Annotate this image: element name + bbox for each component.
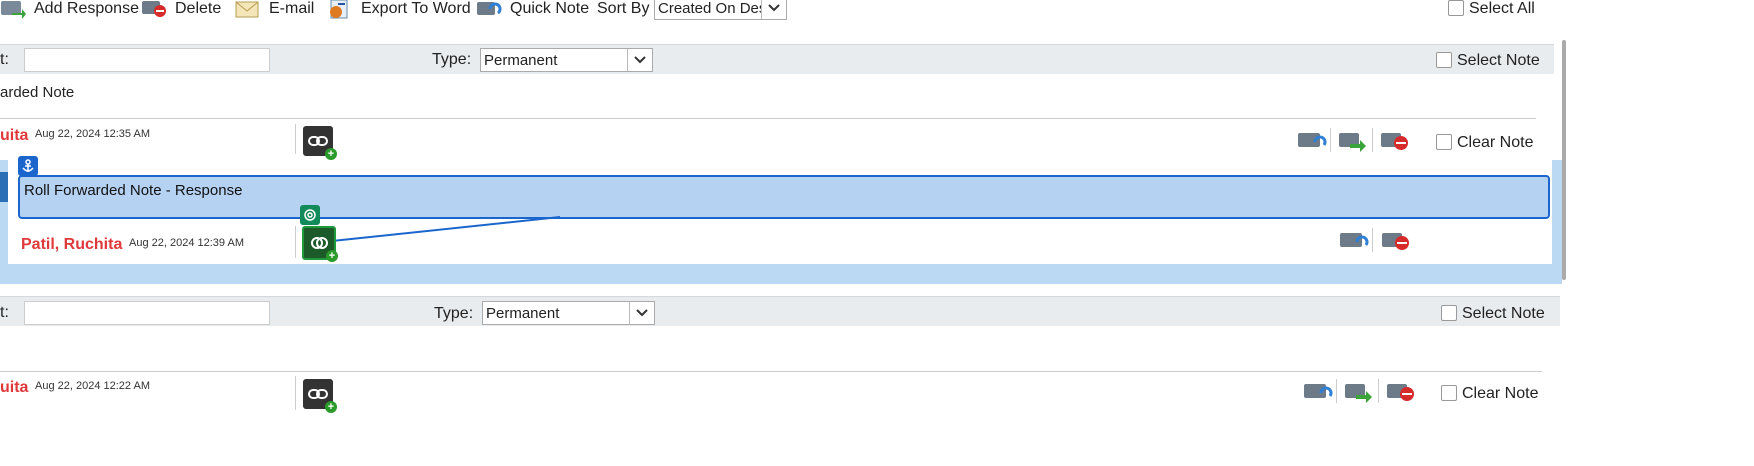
- divider: [295, 124, 296, 154]
- subject-label: t:: [0, 304, 9, 321]
- select-all-checkbox[interactable]: [1448, 0, 1464, 16]
- quick-note-button[interactable]: Quick Note: [476, 0, 589, 20]
- plus-icon: +: [325, 148, 337, 160]
- email-button[interactable]: E-mail: [235, 0, 314, 20]
- note-card: t: Type: Permanent Select Note arded Not…: [0, 44, 1554, 161]
- type-value: Permanent: [484, 51, 558, 69]
- type-value: Permanent: [486, 304, 560, 322]
- quick-note-label: Quick Note: [510, 0, 590, 17]
- sort-by-select[interactable]: Created On Desc: [654, 0, 787, 20]
- sort-by-label: Sort By: [597, 0, 650, 17]
- type-select[interactable]: Permanent: [482, 301, 655, 325]
- plus-icon: +: [326, 250, 338, 262]
- type-label: Type:: [434, 305, 474, 322]
- select-note-label: Select Note: [1462, 305, 1545, 322]
- add-response-icon: [1, 1, 26, 19]
- add-link-button[interactable]: +: [302, 226, 338, 262]
- type-select[interactable]: Permanent: [480, 48, 653, 72]
- export-to-word-label: Export To Word: [361, 0, 471, 17]
- note-title: arded Note: [0, 84, 75, 101]
- response-area: Roll Forwarded Note - Response Patil, Ru…: [0, 156, 1562, 284]
- note-card: t: Type: Permanent Select Note uita Aug …: [0, 296, 1560, 416]
- divider: [1372, 228, 1373, 252]
- clear-note-label: Clear Note: [1462, 385, 1539, 402]
- target-icon[interactable]: [300, 205, 320, 225]
- clear-note-checkbox[interactable]: [1441, 385, 1457, 401]
- connector-line: [331, 216, 561, 242]
- delete-button[interactable]: Delete: [141, 0, 221, 20]
- divider: [1336, 379, 1337, 403]
- note-date: Aug 22, 2024 12:22 AM: [35, 380, 150, 392]
- chevron-down-icon: [629, 302, 654, 324]
- note-header: t: Type: Permanent Select Note: [0, 296, 1560, 327]
- plus-icon: +: [325, 401, 337, 413]
- subject-label: t:: [0, 51, 9, 68]
- quick-note-icon[interactable]: [1339, 230, 1369, 252]
- subject-input[interactable]: [24, 48, 270, 72]
- subject-input[interactable]: [24, 301, 270, 325]
- response-author: Patil, Ruchita: [21, 236, 123, 253]
- delete-icon[interactable]: [1381, 230, 1411, 252]
- divider: [1372, 128, 1373, 152]
- quick-note-icon: [477, 2, 502, 15]
- select-all-label: Select All: [1469, 0, 1535, 17]
- add-link-button[interactable]: +: [303, 379, 337, 413]
- add-link-button[interactable]: +: [303, 126, 337, 160]
- type-label: Type:: [432, 51, 472, 68]
- select-note-checkbox[interactable]: [1441, 305, 1457, 321]
- link-icon: [311, 237, 328, 249]
- note-header: t: Type: Permanent Select Note: [0, 44, 1554, 75]
- note-date: Aug 22, 2024 12:35 AM: [35, 128, 150, 140]
- add-response-button[interactable]: Add Response: [0, 0, 139, 20]
- export-to-word-button[interactable]: Export To Word: [327, 0, 471, 20]
- right-margin: [1566, 0, 1754, 466]
- divider: [1330, 128, 1331, 152]
- response-date: Aug 22, 2024 12:39 AM: [129, 237, 244, 249]
- add-response-label: Add Response: [34, 0, 139, 17]
- link-icon: [308, 389, 328, 399]
- quick-note-icon[interactable]: [1303, 381, 1333, 403]
- select-note-label: Select Note: [1457, 52, 1540, 69]
- select-note-checkbox[interactable]: [1436, 52, 1452, 68]
- divider: [0, 371, 1542, 372]
- email-label: E-mail: [269, 0, 315, 17]
- sort-by-value: Created On Desc: [658, 0, 761, 17]
- delete-label: Delete: [175, 0, 222, 17]
- quick-note-icon[interactable]: [1297, 130, 1327, 152]
- divider: [295, 376, 296, 410]
- selection-marker: [0, 172, 8, 202]
- clear-note-checkbox[interactable]: [1436, 134, 1452, 150]
- note-body: uita Aug 22, 2024 12:22 AM + Clear Note: [0, 326, 1560, 416]
- note-author: uita: [0, 379, 29, 396]
- note-body: arded Note uita Aug 22, 2024 12:35 AM + …: [0, 74, 1554, 160]
- add-response-icon[interactable]: [1344, 381, 1374, 403]
- clear-note-label: Clear Note: [1457, 134, 1534, 151]
- response-title-box[interactable]: Roll Forwarded Note - Response: [18, 175, 1550, 219]
- email-icon: [235, 1, 259, 18]
- anchor-icon[interactable]: [18, 156, 38, 176]
- delete-icon: [142, 1, 166, 17]
- delete-icon[interactable]: [1386, 381, 1416, 403]
- note-author: uita: [0, 127, 29, 144]
- divider: [1378, 379, 1379, 403]
- divider: [0, 118, 1536, 119]
- link-icon: [308, 136, 328, 146]
- divider: [295, 226, 296, 258]
- export-word-icon: [330, 0, 348, 19]
- toolbar: Add Response Delete E-mail Export To Wor…: [0, 0, 1754, 22]
- add-response-icon[interactable]: [1338, 130, 1368, 152]
- response-title: Roll Forwarded Note - Response: [24, 182, 243, 199]
- chevron-down-icon: [627, 49, 652, 71]
- chevron-down-icon: [761, 0, 786, 19]
- delete-icon[interactable]: [1380, 130, 1410, 152]
